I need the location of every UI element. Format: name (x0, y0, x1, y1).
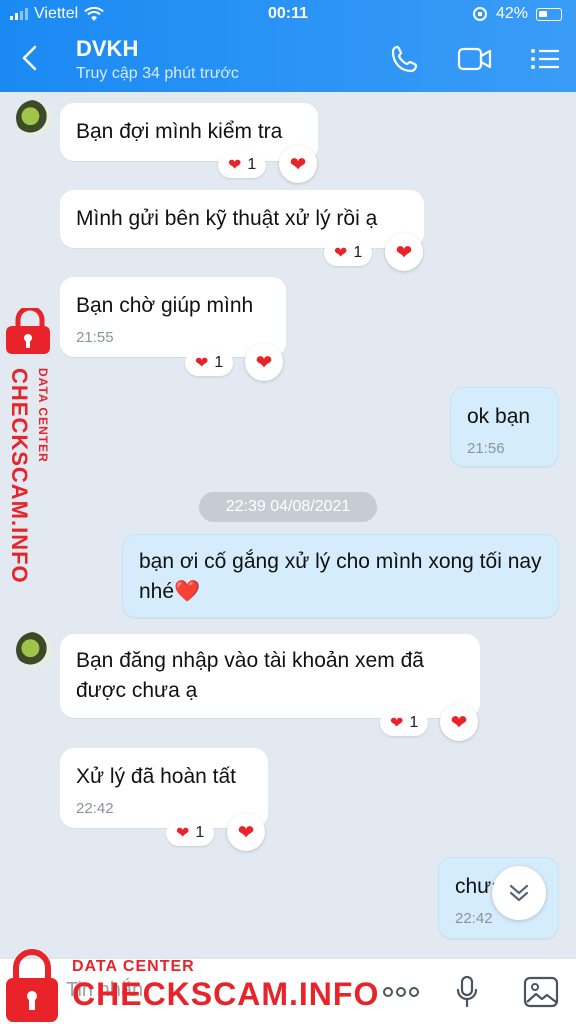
watermark-top-text: DATA CENTER (36, 368, 50, 463)
heart-icon: ❤ (195, 355, 209, 372)
message-time: 21:55 (76, 329, 114, 346)
contact-name[interactable]: DVKH (76, 36, 138, 62)
contact-avatar[interactable] (16, 632, 52, 668)
reaction-count[interactable]: ❤ 1 (380, 710, 429, 736)
heart-icon: ❤ (255, 351, 273, 374)
contact-avatar[interactable] (16, 100, 52, 136)
message-text: Bạn đăng nhập vào tài khoản xem đã được … (76, 649, 424, 702)
message-text: ok bạn (467, 405, 531, 428)
heart-icon: ❤ (237, 821, 255, 844)
outgoing-message[interactable]: ok bạn 21:56 (450, 387, 559, 467)
padlock-logo (6, 949, 58, 1022)
microphone-icon (456, 975, 478, 1008)
heart-icon: ❤ (289, 153, 307, 176)
message-text: Xử lý đã hoàn tất (76, 765, 236, 788)
watermark-top-text: DATA CENTER (72, 958, 195, 975)
side-watermark: CHECKSCAM.INFO DATA CENTER (2, 305, 62, 588)
watermark-main-text: CHECKSCAM.INFO (7, 368, 32, 584)
reaction-count[interactable]: ❤ 1 (218, 152, 267, 178)
more-options-button[interactable] (382, 973, 420, 1011)
reaction-count-value: 1 (247, 156, 257, 173)
date-separator: 22:39 04/08/2021 (199, 492, 377, 522)
watermark-main-text: CHECKSCAM.INFO (72, 976, 380, 1012)
reaction-count[interactable]: ❤ 1 (324, 240, 373, 266)
reaction-count-value: 1 (353, 244, 363, 261)
back-icon[interactable] (18, 44, 42, 72)
reaction-count-value: 1 (214, 354, 224, 371)
incoming-message[interactable]: Bạn đăng nhập vào tài khoản xem đã được … (60, 634, 480, 718)
incoming-message[interactable]: Bạn đợi mình kiểm tra (60, 103, 318, 161)
incoming-message[interactable]: Bạn chờ giúp mình 21:55 (60, 277, 286, 357)
last-seen: Truy cập 34 phút trước (76, 65, 239, 82)
menu-icon[interactable] (528, 42, 562, 76)
heart-icon: ❤ (228, 157, 242, 174)
react-heart-button[interactable]: ❤ (227, 813, 265, 851)
heart-icon: ❤ (176, 825, 190, 842)
scroll-to-bottom-button[interactable] (492, 866, 546, 920)
voice-message-button[interactable] (448, 973, 486, 1011)
heart-icon: ❤ (390, 715, 404, 732)
orientation-lock-icon (472, 7, 487, 21)
message-text: bạn ơi cố gắng xử lý cho mình xong tối n… (139, 550, 542, 603)
reaction-count-value: 1 (409, 714, 419, 731)
image-icon (523, 976, 559, 1008)
react-heart-button[interactable]: ❤ (440, 703, 478, 741)
incoming-message[interactable]: Mình gửi bên kỹ thuật xử lý rồi ạ (60, 190, 424, 248)
outgoing-message[interactable]: bạn ơi cố gắng xử lý cho mình xong tối n… (122, 534, 559, 618)
more-icon (383, 987, 419, 997)
bottom-watermark: DATA CENTER CHECKSCAM.INFO (0, 946, 378, 1024)
gallery-button[interactable] (522, 973, 560, 1011)
react-heart-button[interactable]: ❤ (279, 145, 317, 183)
message-text: Bạn đợi mình kiểm tra (76, 120, 283, 143)
message-text: Bạn chờ giúp mình (76, 294, 254, 317)
reaction-count[interactable]: ❤ 1 (185, 350, 234, 376)
reaction-count[interactable]: ❤ 1 (166, 820, 215, 846)
padlock-logo (6, 305, 50, 354)
video-call-icon[interactable] (456, 42, 494, 76)
react-heart-button[interactable]: ❤ (245, 343, 283, 381)
message-text: Mình gửi bên kỹ thuật xử lý rồi ạ (76, 207, 378, 230)
message-time: 22:42 (76, 800, 114, 817)
chevron-down-icon (509, 884, 529, 902)
chat-header: Viettel 00:11 42% DVKH Truy cập 34 phút … (0, 0, 576, 92)
heart-icon: ❤ (334, 245, 348, 262)
phone-icon[interactable] (388, 42, 422, 76)
status-bar: Viettel 00:11 42% (0, 0, 576, 30)
battery-percent: 42% (495, 5, 528, 22)
heart-icon: ❤ (395, 241, 413, 264)
battery-icon (536, 7, 562, 21)
message-time: 21:56 (467, 440, 505, 457)
reaction-count-value: 1 (195, 824, 205, 841)
react-heart-button[interactable]: ❤ (385, 233, 423, 271)
heart-icon: ❤ (450, 711, 468, 734)
